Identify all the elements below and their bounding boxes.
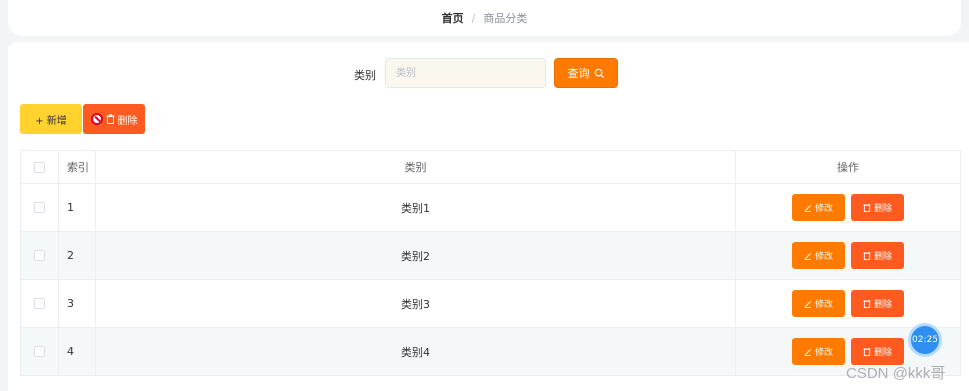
- edit-icon: [804, 204, 812, 212]
- delete-button[interactable]: 删除: [851, 242, 904, 269]
- table-row: 4 类别4 修改 删除: [21, 328, 960, 376]
- header-index: 索引: [59, 151, 96, 183]
- category-table: 索引 类别 操作 1 类别1 修改 删除 2 类别2 修改 删除 3 类别3 修…: [20, 150, 961, 376]
- breadcrumb-separator: /: [471, 11, 476, 25]
- edit-button-label: 修改: [814, 252, 833, 262]
- trash-icon: [863, 347, 871, 356]
- main-panel: 类别 查询 + 新增 删除 索引 类别 操作 1 类别1: [8, 42, 969, 391]
- header-category: 类别: [96, 151, 736, 183]
- select-all-checkbox[interactable]: [34, 161, 45, 173]
- query-button-label: 查询: [567, 67, 590, 80]
- row-checkbox[interactable]: [34, 298, 45, 309]
- query-button[interactable]: 查询: [554, 58, 618, 88]
- edit-icon: [804, 252, 812, 260]
- breadcrumb: 首页 / 商品分类: [8, 0, 961, 36]
- breadcrumb-home[interactable]: 首页: [442, 10, 464, 26]
- edit-icon: [804, 348, 812, 356]
- header-operation: 操作: [837, 161, 859, 174]
- row-checkbox[interactable]: [34, 346, 45, 357]
- table-row: 1 类别1 修改 删除: [21, 184, 960, 232]
- trash-icon: [863, 203, 871, 212]
- table-row: 2 类别2 修改 删除: [21, 232, 960, 280]
- row-index: 4: [59, 328, 96, 375]
- edit-button[interactable]: 修改: [792, 194, 845, 221]
- edit-button-label: 修改: [814, 348, 833, 358]
- row-category: 类别3: [96, 280, 736, 327]
- search-label: 类别: [354, 69, 376, 82]
- trash-icon: [863, 251, 871, 260]
- delete-button[interactable]: 删除: [851, 290, 904, 317]
- table-row: 3 类别3 修改 删除: [21, 280, 960, 328]
- watermark: CSDN @kkk哥: [846, 365, 946, 382]
- row-checkbox[interactable]: [34, 202, 45, 213]
- delete-button-label: 删除: [873, 348, 892, 358]
- row-checkbox[interactable]: [34, 250, 45, 261]
- batch-delete-button[interactable]: 删除: [83, 104, 145, 134]
- row-category: 类别2: [96, 232, 736, 279]
- delete-button[interactable]: 删除: [851, 338, 904, 365]
- category-search-input[interactable]: [385, 58, 546, 88]
- edit-icon: [804, 300, 812, 308]
- edit-button[interactable]: 修改: [792, 338, 845, 365]
- delete-button-label: 删除: [873, 300, 892, 310]
- add-button-label: + 新增: [35, 115, 67, 127]
- edit-button-label: 修改: [814, 300, 833, 310]
- trash-icon: [863, 299, 871, 308]
- search-icon: [594, 68, 605, 79]
- breadcrumb-current: 商品分类: [483, 12, 528, 25]
- table-header-row: 索引 类别 操作: [21, 151, 960, 184]
- forbidden-cursor-icon: [90, 113, 103, 125]
- row-index: 3: [59, 280, 96, 327]
- row-index: 1: [59, 184, 96, 231]
- batch-delete-label: 删除: [117, 115, 138, 127]
- delete-button-label: 删除: [873, 204, 892, 214]
- row-index: 2: [59, 232, 96, 279]
- add-button[interactable]: + 新增: [20, 104, 82, 134]
- delete-button-label: 删除: [873, 252, 892, 262]
- edit-button-label: 修改: [814, 204, 833, 214]
- edit-button[interactable]: 修改: [792, 242, 845, 269]
- trash-icon: [106, 114, 115, 124]
- timer-badge[interactable]: 02:25: [908, 323, 942, 357]
- edit-button[interactable]: 修改: [792, 290, 845, 317]
- delete-button[interactable]: 删除: [851, 194, 904, 221]
- row-category: 类别4: [96, 328, 736, 375]
- row-category: 类别1: [96, 184, 736, 231]
